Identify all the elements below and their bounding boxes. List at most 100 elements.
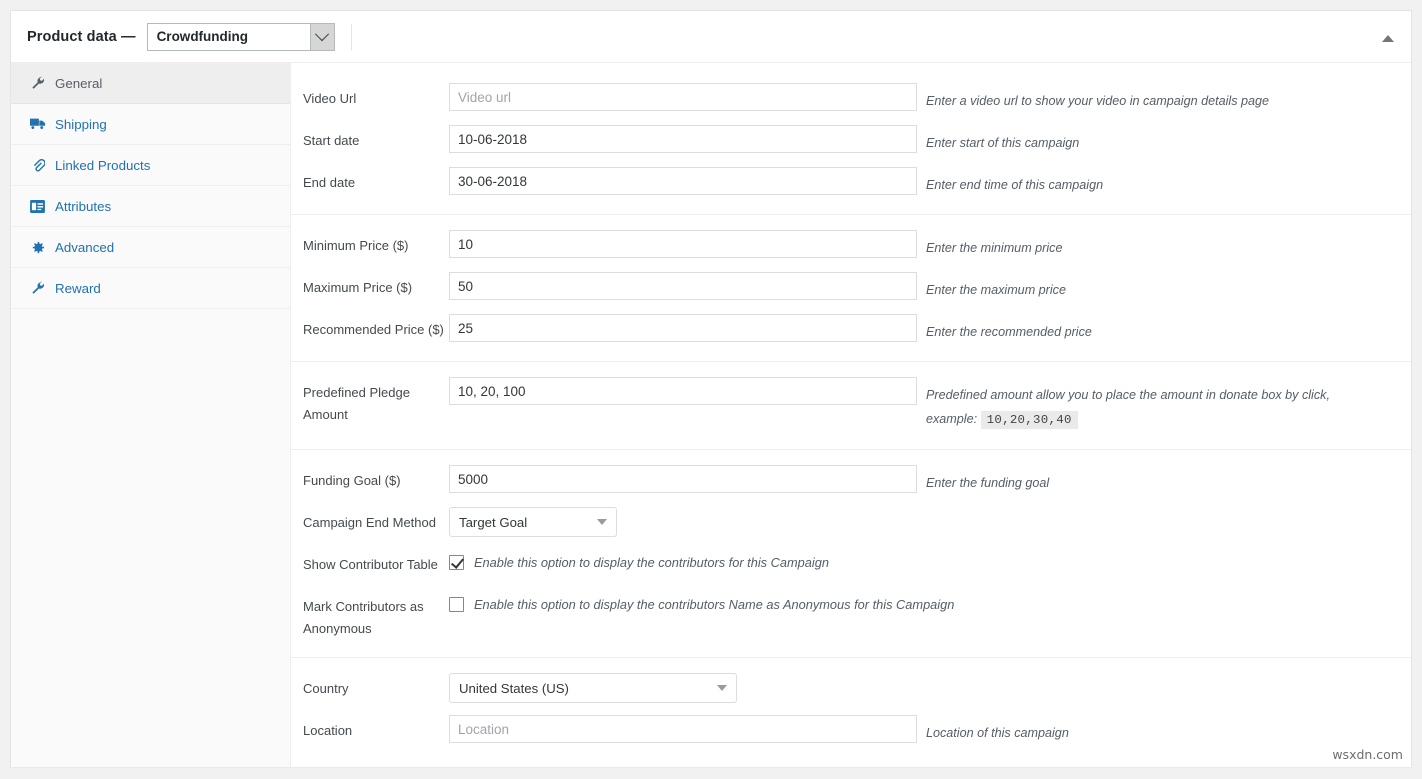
field-label: Recommended Price ($): [291, 314, 449, 341]
field-start-date: Start date Enter start of this campaign: [291, 119, 1411, 161]
field-control: [449, 377, 917, 405]
field-video-url: Video Url Enter a video url to show your…: [291, 77, 1411, 119]
wrench-icon: [29, 76, 46, 90]
field-group-location: Country United States (US) Location Loca…: [291, 658, 1411, 762]
product-data-panel: Product data — Crowdfunding General: [10, 10, 1412, 767]
field-label: End date: [291, 167, 449, 194]
panel-header: Product data — Crowdfunding: [11, 11, 1411, 63]
field-control: [449, 465, 917, 493]
maximum-price-input[interactable]: [449, 272, 917, 300]
tab-reward[interactable]: Reward: [11, 268, 290, 309]
field-predefined-pledge-amount: Predefined Pledge Amount Predefined amou…: [291, 371, 1411, 438]
field-control: United States (US): [449, 673, 737, 703]
recommended-price-input[interactable]: [449, 314, 917, 342]
tab-general[interactable]: General: [11, 63, 290, 104]
pledge-desc-line2-prefix: example:: [926, 412, 977, 426]
select-value: Target Goal: [459, 515, 587, 530]
field-control: Enable this option to display the contri…: [449, 591, 954, 615]
field-description: Predefined amount allow you to place the…: [926, 377, 1330, 432]
field-label: Maximum Price ($): [291, 272, 449, 299]
chevron-down-icon: [717, 685, 727, 691]
tab-linked-products[interactable]: Linked Products: [11, 145, 290, 186]
start-date-input[interactable]: [449, 125, 917, 153]
predefined-pledge-input[interactable]: [449, 377, 917, 405]
field-control: [449, 715, 917, 743]
gear-icon: [29, 240, 46, 255]
field-control: [449, 167, 917, 195]
product-type-select[interactable]: Crowdfunding: [147, 23, 335, 51]
tab-advanced[interactable]: Advanced: [11, 227, 290, 268]
tab-label: General: [55, 76, 102, 91]
field-location: Location Location of this campaign: [291, 709, 1411, 751]
campaign-end-method-select[interactable]: Target Goal: [449, 507, 617, 537]
page-title: Product data —: [27, 29, 136, 45]
field-label: Show Contributor Table: [291, 549, 449, 576]
location-input[interactable]: [449, 715, 917, 743]
show-contributor-table-checkbox[interactable]: [449, 555, 464, 570]
funding-goal-input[interactable]: [449, 465, 917, 493]
field-label: Campaign End Method: [291, 507, 449, 534]
tab-label: Advanced: [55, 240, 114, 255]
chevron-down-icon[interactable]: [310, 24, 334, 50]
field-group-campaign-dates: Video Url Enter a video url to show your…: [291, 68, 1411, 215]
header-divider: [351, 24, 352, 50]
tab-label: Linked Products: [55, 158, 150, 173]
paperclip-icon: [29, 158, 46, 173]
field-mark-contributors-anonymous: Mark Contributors as Anonymous Enable th…: [291, 585, 1411, 646]
field-description: Enter the minimum price: [926, 230, 1062, 260]
field-label: Start date: [291, 125, 449, 152]
field-group-pledge: Predefined Pledge Amount Predefined amou…: [291, 362, 1411, 450]
truck-icon: [29, 117, 46, 131]
field-group-prices: Minimum Price ($) Enter the minimum pric…: [291, 215, 1411, 362]
end-date-input[interactable]: [449, 167, 917, 195]
collapse-panel-toggle[interactable]: [1379, 29, 1397, 47]
field-funding-goal: Funding Goal ($) Enter the funding goal: [291, 459, 1411, 501]
attributes-icon: [29, 200, 46, 213]
field-label: Video Url: [291, 83, 449, 110]
field-control: [449, 125, 917, 153]
select-value: United States (US): [459, 681, 707, 696]
field-description: Location of this campaign: [926, 715, 1069, 745]
pledge-desc-example-code: 10,20,30,40: [981, 411, 1078, 429]
checkbox-label: Enable this option to display the contri…: [474, 549, 829, 573]
caret-up-icon: [1382, 35, 1394, 42]
checkbox-label: Enable this option to display the contri…: [474, 591, 954, 615]
field-label: Minimum Price ($): [291, 230, 449, 257]
tab-label: Attributes: [55, 199, 111, 214]
product-type-value: Crowdfunding: [148, 29, 310, 44]
field-description: Enter the funding goal: [926, 465, 1049, 495]
mark-anonymous-checkbox[interactable]: [449, 597, 464, 612]
video-url-input[interactable]: [449, 83, 917, 111]
field-recommended-price: Recommended Price ($) Enter the recommen…: [291, 308, 1411, 350]
field-control: [449, 314, 917, 342]
field-control: Target Goal: [449, 507, 617, 537]
field-campaign-end-method: Campaign End Method Target Goal: [291, 501, 1411, 543]
watermark: wsxdn.com: [1332, 747, 1403, 762]
field-label: Country: [291, 673, 449, 700]
tab-shipping[interactable]: Shipping: [11, 104, 290, 145]
field-label: Predefined Pledge Amount: [291, 377, 449, 426]
field-end-date: End date Enter end time of this campaign: [291, 161, 1411, 203]
country-select[interactable]: United States (US): [449, 673, 737, 703]
general-panel: Video Url Enter a video url to show your…: [291, 63, 1411, 767]
field-description: Enter a video url to show your video in …: [926, 83, 1269, 113]
panel-body: General Shipping Linked Products Attribu…: [11, 63, 1411, 767]
chevron-down-icon: [597, 519, 607, 525]
field-control: [449, 83, 917, 111]
field-control: Enable this option to display the contri…: [449, 549, 829, 573]
tab-label: Reward: [55, 281, 101, 296]
field-maximum-price: Maximum Price ($) Enter the maximum pric…: [291, 266, 1411, 308]
tab-attributes[interactable]: Attributes: [11, 186, 290, 227]
field-description: Enter the maximum price: [926, 272, 1066, 302]
field-show-contributor-table: Show Contributor Table Enable this optio…: [291, 543, 1411, 585]
minimum-price-input[interactable]: [449, 230, 917, 258]
field-description: Enter end time of this campaign: [926, 167, 1103, 197]
tab-label: Shipping: [55, 117, 107, 132]
field-minimum-price: Minimum Price ($) Enter the minimum pric…: [291, 224, 1411, 266]
field-control: [449, 230, 917, 258]
field-label: Location: [291, 715, 449, 742]
pledge-desc-line1: Predefined amount allow you to place the…: [926, 388, 1330, 402]
field-label: Funding Goal ($): [291, 465, 449, 492]
field-description: Enter the recommended price: [926, 314, 1092, 344]
field-description: Enter start of this campaign: [926, 125, 1079, 155]
